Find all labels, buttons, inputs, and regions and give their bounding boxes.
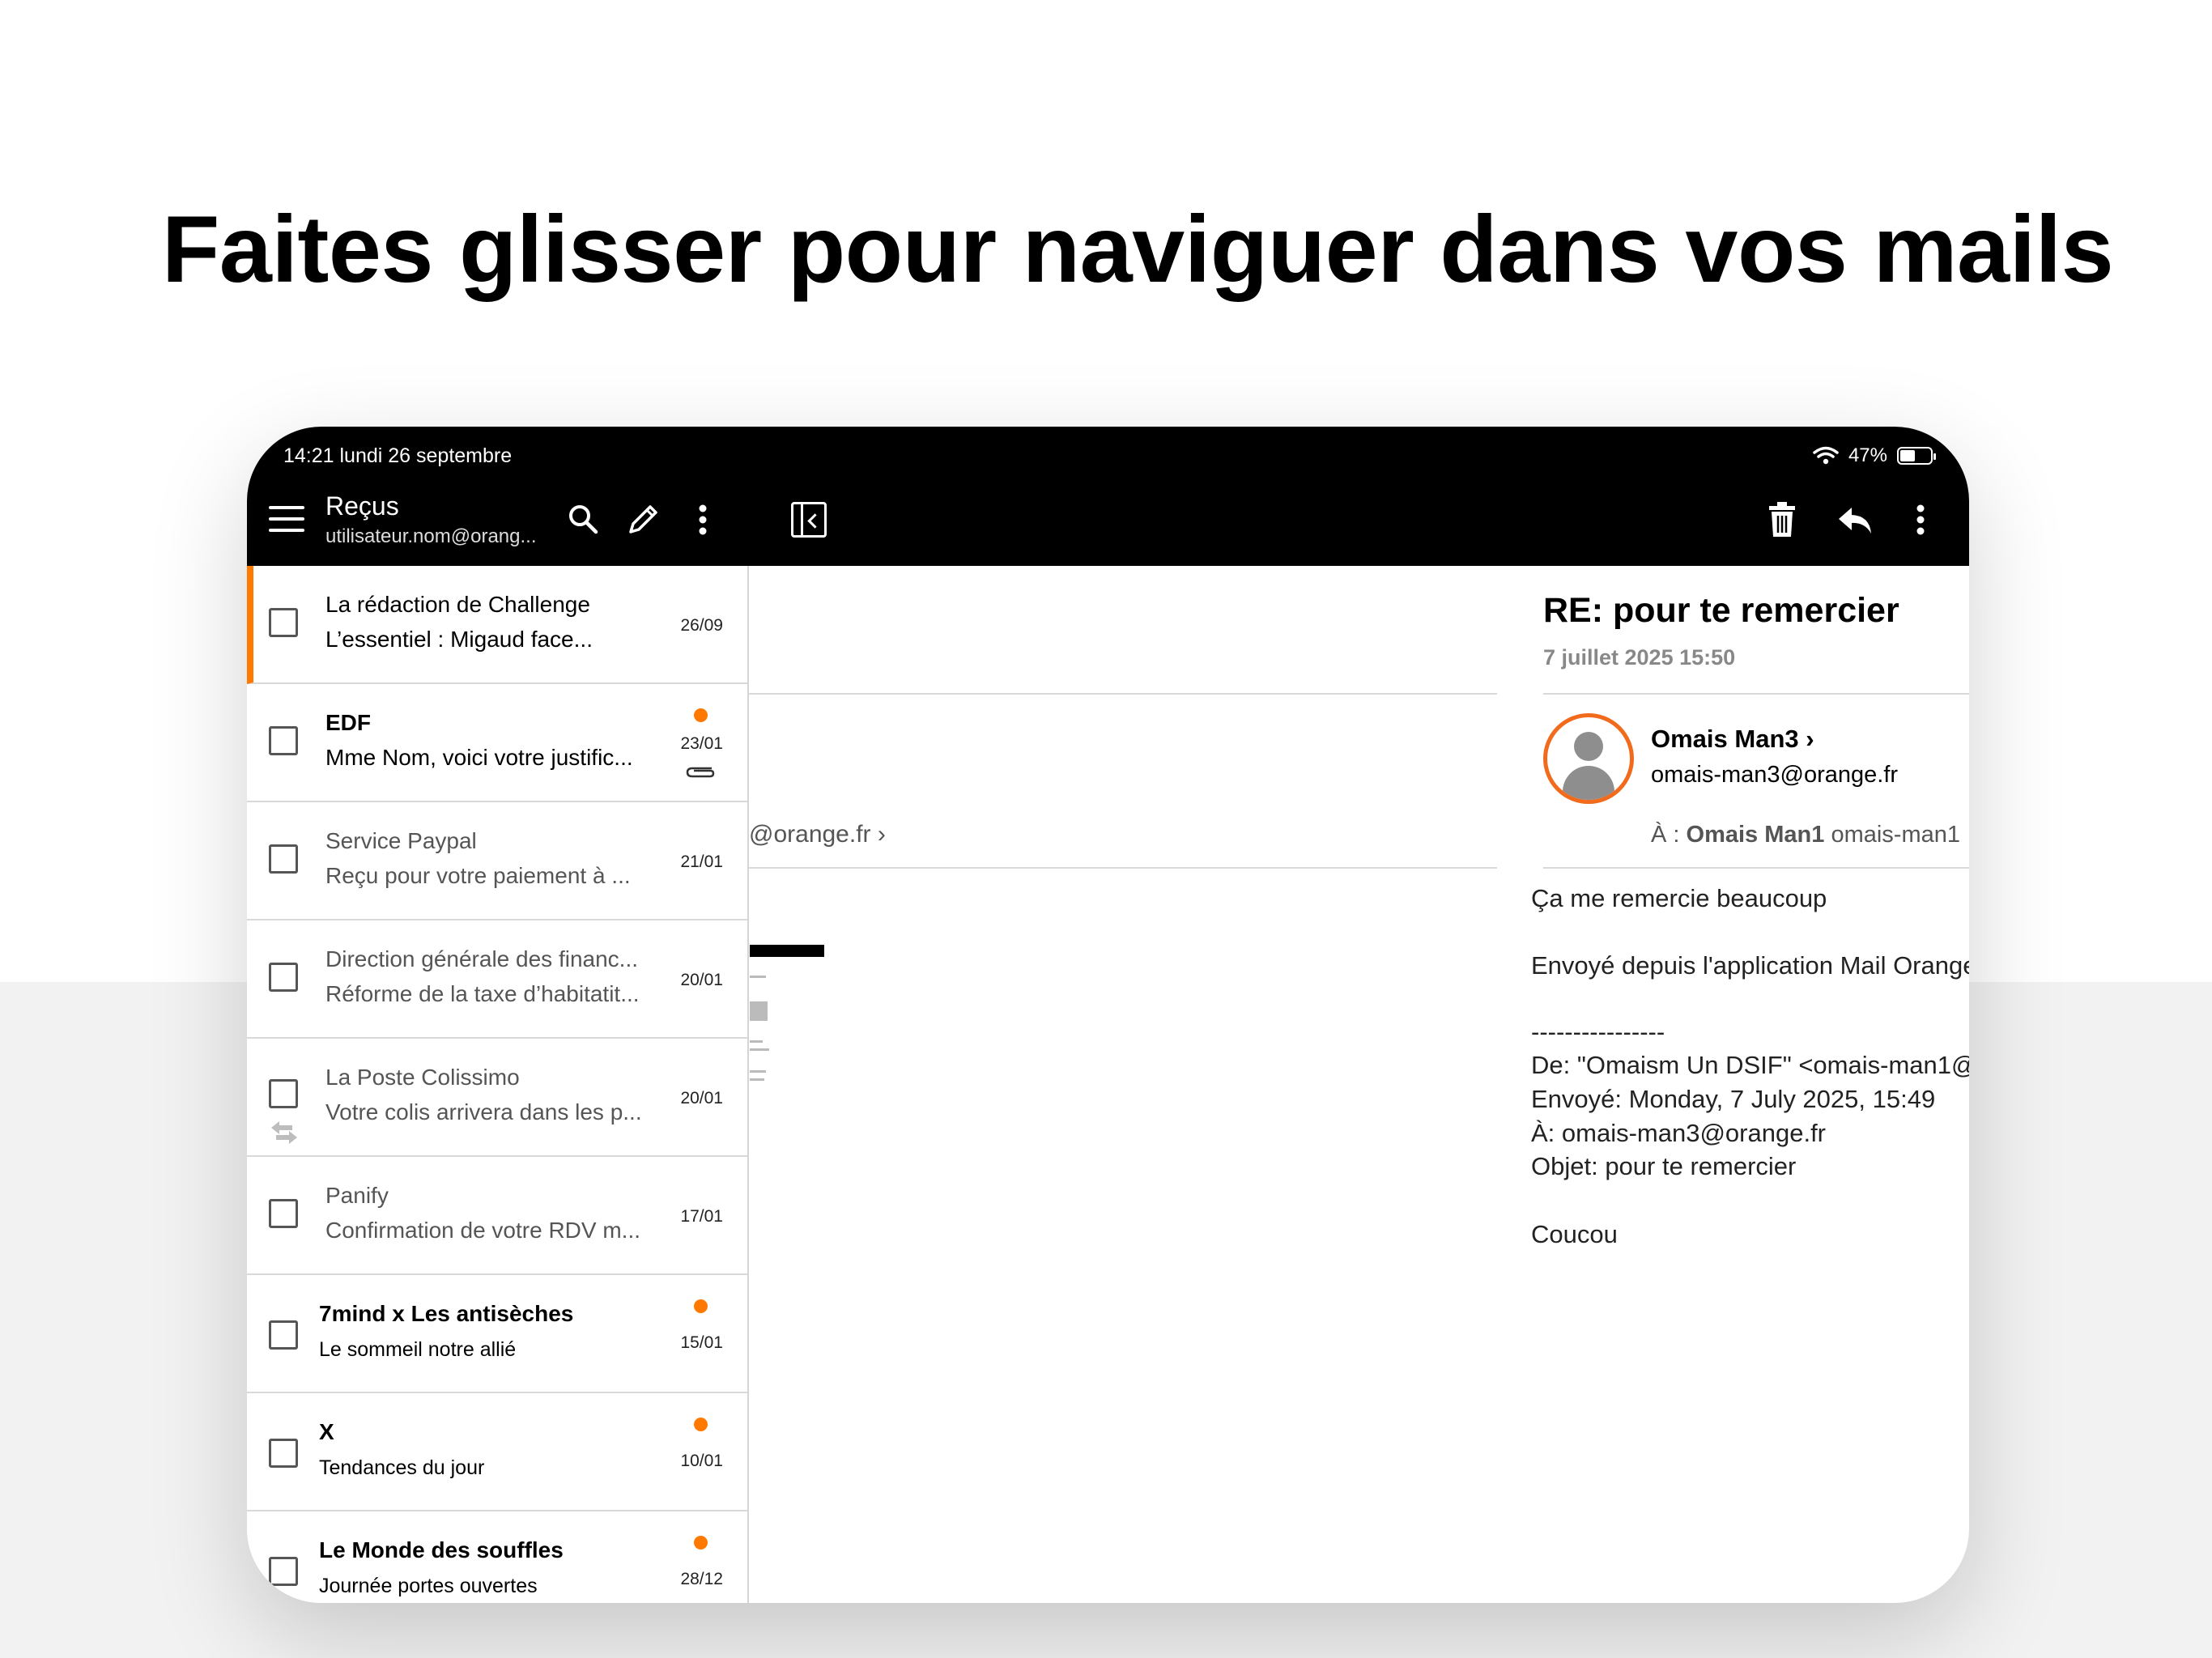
body-line: Objet: pour te remercier	[1531, 1152, 1797, 1180]
body-line: Envoyé: Monday, 7 July 2025, 15:49	[1531, 1085, 1936, 1113]
select-checkbox[interactable]	[269, 608, 298, 637]
mail-sender: EDF	[325, 710, 371, 735]
pane-divider	[747, 566, 749, 1603]
ghost-text	[750, 1070, 766, 1073]
select-checkbox[interactable]	[269, 726, 298, 755]
list-header: Reçus utilisateur.nom@orang...	[247, 427, 747, 566]
list-item[interactable]: Direction générale des financ... Réforme…	[247, 920, 747, 1039]
mail-sender: La Poste Colissimo	[325, 1065, 520, 1090]
body-line: Coucou	[1531, 1220, 1618, 1248]
select-checkbox[interactable]	[269, 1320, 298, 1350]
trash-icon[interactable]	[1762, 500, 1802, 540]
select-checkbox[interactable]	[269, 1557, 298, 1586]
mail-subject: Journée portes ouvertes	[319, 1575, 538, 1597]
wifi-icon	[1813, 446, 1839, 465]
body-line: À: omais-man3@orange.fr	[1531, 1119, 1827, 1147]
forwarded-icon	[271, 1121, 297, 1144]
ghost-image-bar	[750, 945, 824, 957]
battery-percent: 47%	[1848, 444, 1887, 466]
sender-name[interactable]: Omais Man3 ›	[1651, 725, 1814, 754]
body-line: Envoyé depuis l'application Mail Orange	[1531, 951, 1969, 980]
mail-sender: Direction générale des financ...	[325, 946, 638, 971]
status-indicators: 47%	[1813, 444, 1936, 467]
mail-subject: Votre colis arrivera dans les p...	[325, 1099, 642, 1124]
message-date: 7 juillet 2025 15:50	[1543, 645, 1736, 670]
mail-subject: Tendances du jour	[319, 1456, 485, 1479]
body-line: Ça me remercie beaucoup	[1531, 884, 1827, 912]
ghost-text	[750, 1040, 763, 1043]
mail-date: 17/01	[680, 1207, 723, 1226]
mail-subject: Réforme de la taxe d’habitatit...	[325, 981, 640, 1006]
unread-dot	[694, 1418, 708, 1431]
ghost-text	[750, 976, 766, 978]
tablet-frame: 14:21 lundi 26 septembre 47% Reçus utili…	[247, 427, 1969, 1603]
mail-subject: Le sommeil notre allié	[319, 1338, 517, 1361]
mail-sender: Le Monde des souffles	[319, 1537, 564, 1562]
ghost-divider	[749, 867, 1497, 869]
list-item[interactable]: Panify Confirmation de votre RDV m... 17…	[247, 1157, 747, 1275]
mail-date: 20/01	[680, 971, 723, 989]
search-icon[interactable]	[565, 501, 602, 538]
kebab-icon[interactable]	[691, 501, 715, 538]
list-item[interactable]: La Poste Colissimo Votre colis arrivera …	[247, 1039, 747, 1157]
body-line: ----------------	[1531, 1018, 1665, 1046]
select-checkbox[interactable]	[269, 963, 298, 992]
header-divider	[1543, 693, 1969, 695]
mail-date: 10/01	[680, 1452, 723, 1470]
hamburger-icon[interactable]	[269, 506, 304, 534]
reply-icon[interactable]	[1836, 500, 1876, 540]
folder-title: Reçus	[325, 491, 399, 521]
mail-sender: 7mind x Les antisèches	[319, 1301, 574, 1326]
select-checkbox[interactable]	[269, 844, 298, 874]
paperclip-icon	[686, 767, 715, 778]
sidebar-collapse-icon[interactable]	[791, 502, 827, 538]
recipient-line: À : Omais Man1 omais-man1	[1651, 822, 1960, 848]
ghost-text	[750, 1078, 764, 1081]
header-divider	[1543, 867, 1969, 869]
list-item[interactable]: 7mind x Les antisèches Le sommeil notre …	[247, 1275, 747, 1393]
unread-dot	[694, 1299, 708, 1313]
mail-date: 15/01	[680, 1333, 723, 1352]
battery-icon	[1897, 447, 1936, 465]
select-checkbox[interactable]	[269, 1439, 298, 1468]
unread-dot	[694, 708, 708, 722]
mail-subject: Confirmation de votre RDV m...	[325, 1218, 641, 1243]
mail-date: 26/09	[680, 616, 723, 635]
mail-subject: Reçu pour votre paiement à ...	[325, 863, 631, 888]
mail-sender: Panify	[325, 1183, 389, 1208]
mail-subject: Mme Nom, voici votre justific...	[325, 745, 633, 770]
mail-date: 21/01	[680, 852, 723, 871]
message-subject: RE: pour te remercier	[1543, 591, 1899, 630]
list-item[interactable]: EDF Mme Nom, voici votre justific... 23/…	[247, 684, 747, 802]
account-email: utilisateur.nom@orang...	[325, 525, 537, 547]
list-item[interactable]: Le Monde des souffles Journée portes ouv…	[247, 1511, 747, 1603]
ghost-text	[750, 1048, 769, 1051]
mail-sender: Service Paypal	[325, 828, 477, 853]
unread-dot	[694, 1536, 708, 1550]
select-checkbox[interactable]	[269, 1199, 298, 1228]
mail-date: 28/12	[680, 1570, 723, 1588]
ghost-email: @orange.fr ›	[749, 821, 886, 848]
mail-list: La rédaction de Challenge L’essentiel : …	[247, 566, 747, 1603]
mail-date: 23/01	[680, 734, 723, 753]
mail-subject: L’essentiel : Migaud face...	[325, 627, 593, 652]
avatar[interactable]	[1543, 713, 1634, 804]
select-checkbox[interactable]	[269, 1079, 298, 1108]
mail-sender: X	[319, 1419, 334, 1444]
mail-sender: La rédaction de Challenge	[325, 592, 590, 617]
sender-email: omais-man3@orange.fr	[1651, 762, 1899, 788]
list-item[interactable]: La rédaction de Challenge L’essentiel : …	[247, 566, 747, 684]
kebab-icon-right[interactable]	[1908, 500, 1933, 540]
mail-date: 20/01	[680, 1089, 723, 1107]
headline: Faites glisser pour naviguer dans vos ma…	[161, 196, 2114, 302]
pencil-icon[interactable]	[624, 501, 661, 538]
body-line: De: "Omaism Un DSIF" <omais-man1@	[1531, 1051, 1969, 1079]
list-item[interactable]: Service Paypal Reçu pour votre paiement …	[247, 802, 747, 920]
ghost-thumbnail	[750, 1001, 768, 1021]
list-item[interactable]: X Tendances du jour 10/01	[247, 1393, 747, 1511]
ghost-divider	[749, 693, 1497, 695]
